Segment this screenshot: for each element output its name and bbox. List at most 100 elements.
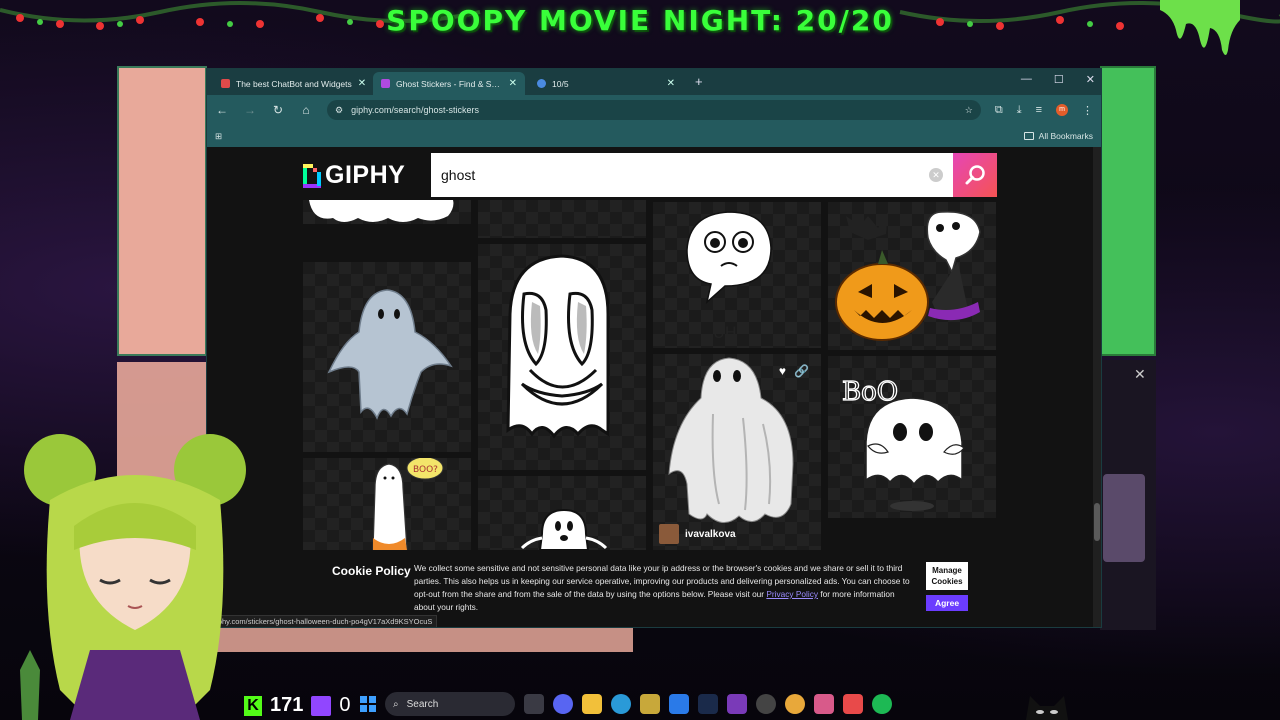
copy-link-icon[interactable]: 🔗 <box>794 364 809 378</box>
battlenet-icon[interactable] <box>669 694 689 714</box>
sticker-attribution[interactable]: ivavalkova <box>659 524 736 544</box>
extensions-icon[interactable]: ⧉ <box>995 104 1003 117</box>
back-icon[interactable]: ← <box>215 103 229 117</box>
close-tab-icon[interactable]: ✕ <box>509 78 517 89</box>
bookmark-star-icon[interactable]: ☆ <box>965 105 973 116</box>
chatbot-favicon-icon <box>221 79 230 88</box>
cookie-policy-text: We collect some sensitive and not sensit… <box>414 562 914 614</box>
all-bookmarks-button[interactable]: All Bookmarks <box>1023 131 1093 141</box>
blue-ghost-sticker <box>327 289 453 420</box>
windows-taskbar: ⌕ Search <box>360 690 892 718</box>
giphy-header: GIPHY ✕ <box>303 153 997 197</box>
download-icon[interactable]: ⤓ <box>1017 104 1022 117</box>
agree-button[interactable]: Agree <box>926 595 968 611</box>
forward-icon[interactable]: → <box>243 103 257 117</box>
warcraft-icon[interactable] <box>640 694 660 714</box>
vtuber-avatar <box>20 434 246 720</box>
privacy-policy-link[interactable]: Privacy Policy <box>766 589 818 599</box>
favorite-heart-icon[interactable]: ♥ <box>779 364 786 378</box>
sticker-tile-noface[interactable] <box>478 476 646 550</box>
black-cat-decoration <box>1026 696 1068 720</box>
sticker-tile-boo-ghost[interactable]: BOO? <box>303 458 471 550</box>
maximize-icon[interactable]: ☐ <box>1054 73 1064 86</box>
search-icon: ⌕ <box>393 698 399 710</box>
sticker-tile-boo-text-ghost[interactable]: BoO <box>828 356 996 518</box>
folder-icon <box>1023 132 1034 140</box>
minimize-icon[interactable]: — <box>1021 73 1032 86</box>
clear-search-icon[interactable]: ✕ <box>929 168 943 182</box>
tab-10-5[interactable]: 10/5 ✕ <box>529 72 683 95</box>
search-button[interactable] <box>953 153 997 197</box>
window-controls: — ☐ ✕ <box>1021 73 1095 86</box>
tab-giphy[interactable]: Ghost Stickers - Find & Share on GIPHY ✕ <box>373 72 525 95</box>
sticker-tile-sheet-ghost[interactable]: ♥ 🔗 ivavalkova <box>653 354 821 550</box>
giphy-favicon-icon <box>381 79 390 88</box>
cookie-policy-title: Cookie Policy <box>332 564 411 578</box>
app-w-icon[interactable] <box>727 694 747 714</box>
stream-title-banner: SPOOPY MOVIE NIGHT: 20/20 <box>386 4 894 37</box>
reading-list-icon[interactable]: ≡ <box>1036 104 1042 116</box>
giphy-logo-icon <box>303 163 321 188</box>
uh-text: UH <box>713 323 737 342</box>
reload-icon[interactable]: ↻ <box>271 103 285 117</box>
home-icon[interactable]: ⌂ <box>299 103 313 117</box>
taskbar-search-label: Search <box>406 698 439 710</box>
all-bookmarks-label: All Bookmarks <box>1038 131 1093 141</box>
close-window-icon[interactable]: ✕ <box>1086 73 1095 86</box>
tab-bar: The best ChatBot and Widgets ✕ Ghost Sti… <box>207 69 1101 95</box>
search-input[interactable] <box>441 167 929 183</box>
overlay-panel-right-top <box>1100 66 1156 356</box>
giphy-logo[interactable]: GIPHY <box>303 161 405 190</box>
boo-text-ghost-sticker: BoO <box>841 376 965 511</box>
taskbar-search[interactable]: ⌕ Search <box>385 692 515 716</box>
file-explorer-icon[interactable] <box>582 694 602 714</box>
sticker-tile-uh-ghost[interactable]: UH <box>653 202 821 348</box>
kick-icon: K <box>244 695 262 716</box>
scroll-thumb[interactable] <box>1094 503 1100 541</box>
menu-icon[interactable]: ⋮ <box>1082 104 1093 117</box>
app-mail-icon[interactable] <box>814 694 834 714</box>
close-icon[interactable]: ✕ <box>1134 366 1146 383</box>
windows-start-icon[interactable] <box>360 696 376 712</box>
cloud-sticker <box>309 200 454 222</box>
twitch-icon <box>311 695 332 716</box>
app-pin-icon[interactable] <box>843 694 863 714</box>
browser-window: The best ChatBot and Widgets ✕ Ghost Sti… <box>206 68 1102 628</box>
site-info-icon[interactable]: ⚙ <box>335 105 343 116</box>
side-thumbnail <box>1103 474 1145 562</box>
chrome-icon[interactable] <box>785 694 805 714</box>
sticker-tile-face-ghost[interactable] <box>478 244 646 470</box>
tab-chatbot[interactable]: The best ChatBot and Widgets ✕ <box>213 72 373 95</box>
attribution-username: ivavalkova <box>685 528 736 540</box>
steam-icon[interactable] <box>698 694 718 714</box>
sticker-tile-top-partial[interactable] <box>478 200 646 238</box>
edge-icon[interactable] <box>611 694 631 714</box>
user-avatar <box>659 524 679 544</box>
task-view-icon[interactable] <box>524 694 544 714</box>
tab-title: 10/5 <box>552 78 569 89</box>
tab-title: Ghost Stickers - Find & Share on GIPHY <box>396 78 503 89</box>
tab-title: The best ChatBot and Widgets <box>236 78 352 89</box>
overlay-panel-left-top <box>117 66 207 356</box>
viewer-stats: K 171 0 <box>244 694 351 717</box>
noface-ghost-sticker <box>520 508 608 550</box>
address-bar[interactable]: ⚙ giphy.com/search/ghost-stickers ☆ <box>327 100 981 120</box>
apps-grid-icon[interactable]: ⊞ <box>215 131 222 142</box>
obs-icon[interactable] <box>756 694 776 714</box>
sticker-tile-pumpkin[interactable] <box>828 202 996 350</box>
sticker-tile-blue-ghost[interactable] <box>303 262 471 452</box>
manage-cookies-button[interactable]: Manage Cookies <box>926 562 968 590</box>
sticker-tile-cloud[interactable] <box>303 200 471 224</box>
browser-toolbar: ← → ↻ ⌂ ⚙ giphy.com/search/ghost-sticker… <box>207 95 1101 125</box>
close-tab-icon[interactable]: ✕ <box>358 78 366 89</box>
google-favicon-icon <box>537 79 546 88</box>
face-ghost-sticker <box>506 254 610 439</box>
twitch-viewer-count: 0 <box>339 694 351 716</box>
spotify-icon[interactable] <box>872 694 892 714</box>
pumpkin-ghost-sticker <box>835 211 981 341</box>
page-scrollbar[interactable] <box>1093 147 1101 627</box>
profile-avatar[interactable]: m <box>1056 104 1068 116</box>
close-tab-icon[interactable]: ✕ <box>667 78 675 89</box>
new-tab-icon[interactable]: + <box>695 74 703 89</box>
discord-icon[interactable] <box>553 694 573 714</box>
